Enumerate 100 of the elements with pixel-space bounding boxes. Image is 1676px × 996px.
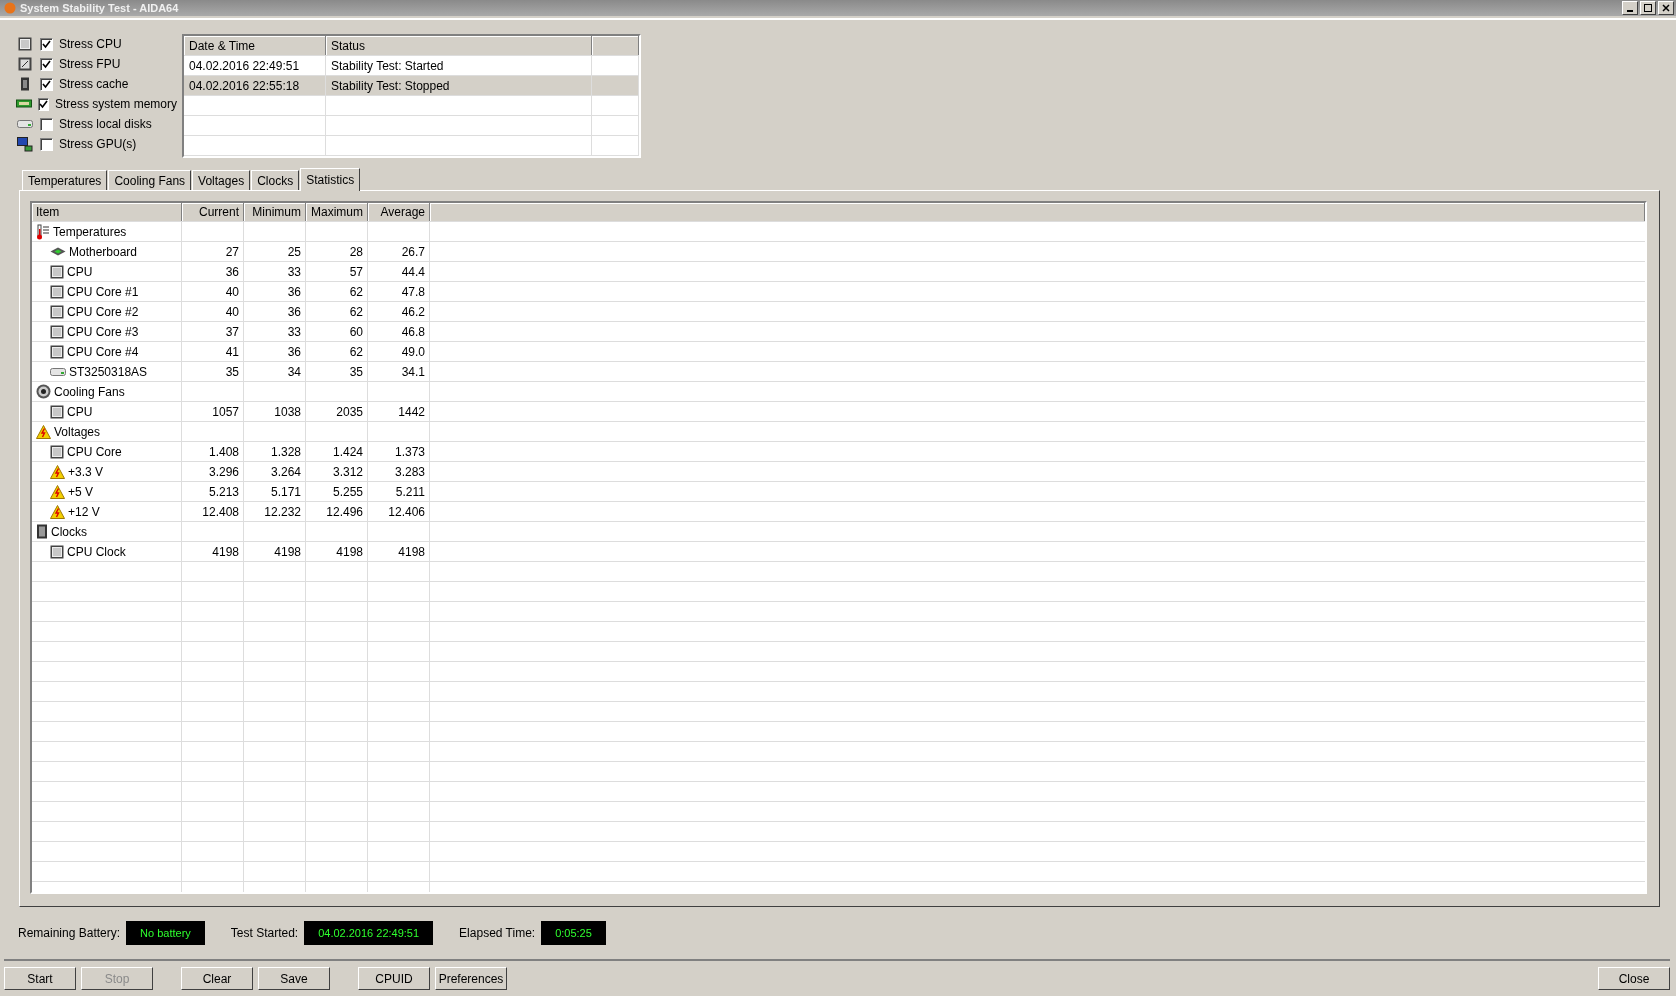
table-cell: 12.406 [368, 502, 430, 521]
table-cell: 5.255 [306, 482, 368, 501]
table-cell: 1442 [368, 402, 430, 421]
log-row[interactable]: 04.02.2016 22:55:18 Stability Test: Stopped [184, 76, 639, 96]
checkbox[interactable] [40, 117, 53, 131]
chip-icon [36, 524, 48, 539]
column-header[interactable]: Average [368, 203, 430, 221]
table-cell: 26.7 [368, 242, 430, 261]
table-cell: 27 [182, 242, 244, 261]
tab[interactable]: Statistics [300, 168, 361, 191]
table-cell: 40 [182, 302, 244, 321]
tree-item[interactable]: +3.3 V [68, 464, 104, 479]
checkbox-label: Stress local disks [59, 117, 152, 131]
table-cell: 1.373 [368, 442, 430, 461]
fan-icon [36, 384, 51, 399]
table-cell: 3.312 [306, 462, 368, 481]
action-button[interactable]: Preferences [435, 967, 507, 990]
table-cell: 4198 [306, 542, 368, 561]
checkbox[interactable] [40, 37, 53, 51]
table-cell: Stability Test: Started [326, 56, 592, 75]
tree-item[interactable]: Temperatures [53, 224, 127, 239]
tree-item[interactable]: Motherboard [69, 244, 138, 259]
action-button[interactable]: Start [4, 967, 76, 990]
thermometer-icon [36, 223, 50, 240]
checkbox-label: Stress GPU(s) [59, 137, 137, 151]
action-button[interactable]: CPUID [358, 967, 430, 990]
tree-item[interactable]: CPU Core #2 [67, 304, 139, 319]
checkbox[interactable] [40, 77, 53, 91]
table-cell: 5.213 [182, 482, 244, 501]
table-cell: Stability Test: Stopped [326, 76, 592, 95]
tree-item[interactable]: CPU [67, 264, 93, 279]
action-button[interactable]: Clear [181, 967, 253, 990]
maximize-button[interactable] [1640, 1, 1656, 15]
chip-icon [18, 57, 32, 71]
window-title: System Stability Test - AIDA64 [20, 2, 179, 14]
tree-item[interactable]: CPU [67, 404, 93, 419]
hard-drive-icon [50, 367, 66, 376]
checkbox[interactable] [38, 97, 49, 111]
motherboard-icon [50, 247, 66, 256]
table-cell: 33 [244, 262, 306, 281]
table-cell: 28 [306, 242, 368, 261]
minimize-button[interactable] [1622, 1, 1638, 15]
chip-icon [50, 324, 64, 339]
tab[interactable]: Temperatures [22, 170, 108, 190]
checkbox-label: Stress cache [59, 77, 129, 91]
table-cell: 25 [244, 242, 306, 261]
maximize-icon [1644, 4, 1652, 12]
table-cell: 49.0 [368, 342, 430, 361]
checkbox-label: Stress FPU [59, 57, 121, 71]
tab[interactable]: Cooling Fans [108, 170, 192, 190]
tab[interactable]: Voltages [192, 170, 251, 190]
tree-item[interactable]: Cooling Fans [54, 384, 125, 399]
close-dialog-button[interactable]: Close [1598, 967, 1670, 990]
tree-item[interactable]: CPU Core #3 [67, 324, 139, 339]
table-cell: 1057 [182, 402, 244, 421]
column-header[interactable]: Current [182, 203, 244, 221]
status-label: Elapsed Time: [459, 926, 536, 940]
column-header[interactable]: Status [326, 36, 592, 55]
table-cell: 2035 [306, 402, 368, 421]
close-button[interactable] [1658, 1, 1674, 15]
action-button[interactable]: Save [258, 967, 330, 990]
tree-item[interactable]: CPU Core #4 [67, 344, 139, 359]
status-display: 04.02.2016 22:49:51 [304, 921, 434, 945]
tree-item[interactable]: ST3250318AS [69, 364, 148, 379]
table-cell: 35 [306, 362, 368, 381]
table-cell: 35 [182, 362, 244, 381]
table-cell: 1.424 [306, 442, 368, 461]
tree-item[interactable]: +5 V [68, 484, 94, 499]
tree-item[interactable]: Clocks [51, 524, 87, 539]
chip-icon [50, 444, 64, 459]
tree-item[interactable]: CPU Core #1 [67, 284, 139, 299]
tree-item[interactable]: CPU Clock [67, 544, 126, 559]
table-cell: 1.408 [182, 442, 244, 461]
checkbox[interactable] [40, 137, 53, 151]
table-cell: 41 [182, 342, 244, 361]
checkbox-label: Stress system memory [55, 97, 177, 111]
table-cell: 57 [306, 262, 368, 281]
status-display: No battery [126, 921, 205, 945]
tab[interactable]: Clocks [251, 170, 300, 190]
chip-icon [18, 37, 32, 51]
table-cell: 36 [244, 342, 306, 361]
warning-icon [50, 504, 65, 519]
table-cell: 46.8 [368, 322, 430, 341]
checkbox-label: Stress CPU [59, 37, 122, 51]
checkbox[interactable] [40, 57, 53, 71]
table-cell: 46.2 [368, 302, 430, 321]
column-header[interactable]: Minimum [244, 203, 306, 221]
table-cell: 4198 [368, 542, 430, 561]
memory-chip-icon [18, 77, 32, 91]
table-cell: 3.296 [182, 462, 244, 481]
chip-icon [50, 264, 64, 279]
column-header[interactable]: Date & Time [184, 36, 326, 55]
tree-item[interactable]: Voltages [54, 424, 101, 439]
table-cell: 04.02.2016 22:55:18 [184, 76, 326, 95]
column-header[interactable]: Item [32, 203, 182, 221]
monitor-icon [17, 136, 33, 152]
tree-item[interactable]: CPU Core [67, 444, 122, 459]
chip-icon [50, 304, 64, 319]
tree-item[interactable]: +12 V [68, 504, 100, 519]
column-header[interactable]: Maximum [306, 203, 368, 221]
